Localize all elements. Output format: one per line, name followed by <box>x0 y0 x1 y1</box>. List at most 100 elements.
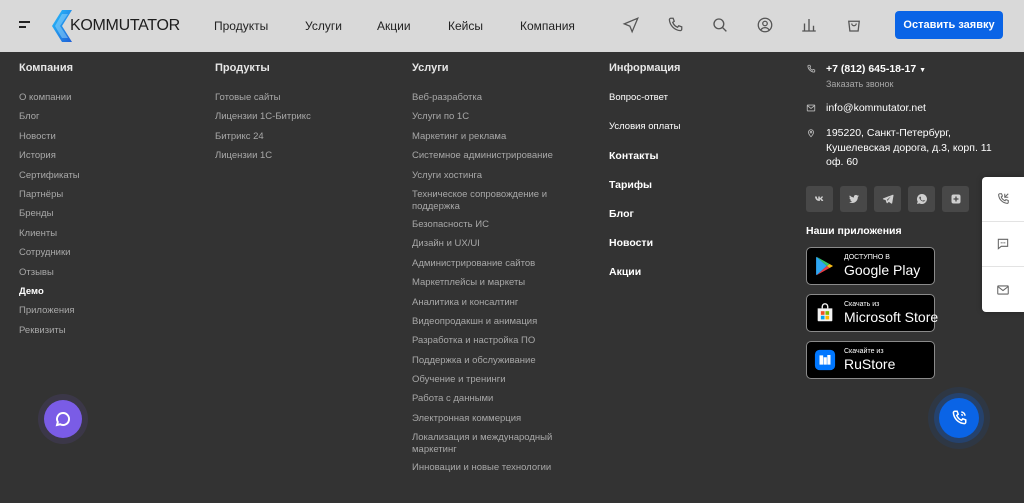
company-link-7[interactable]: Клиенты <box>19 228 80 240</box>
service-link-18[interactable]: Инновации и новые технологии <box>412 462 582 474</box>
service-link-2[interactable]: Маркетинг и реклама <box>412 131 582 143</box>
nav-cases[interactable]: Кейсы <box>448 19 483 33</box>
company-link-11[interactable]: Приложения <box>19 305 80 317</box>
nav-promotions[interactable]: Акции <box>377 19 411 33</box>
chat-side-button[interactable] <box>982 222 1024 267</box>
rustore-icon <box>814 349 836 371</box>
info-link-4[interactable]: Блог <box>609 208 680 237</box>
services-links: Веб-разработка Услуги по 1С Маркетинг и ре… <box>412 92 582 474</box>
google-play-icon <box>816 256 834 276</box>
cart-icon[interactable] <box>845 16 863 34</box>
info-links: Вопрос-ответ Условия оплаты Контакты Тарифы… <box>609 92 680 295</box>
whatsapp-icon[interactable] <box>908 186 935 212</box>
company-link-9[interactable]: Отзывы <box>19 267 80 279</box>
phone-icon[interactable] <box>666 16 684 34</box>
info-link-0[interactable]: Вопрос-ответ <box>609 92 680 121</box>
company-link-2[interactable]: Новости <box>19 131 80 143</box>
callback-link[interactable]: Заказать звонок <box>826 79 893 89</box>
service-link-13[interactable]: Поддержка и обслуживание <box>412 355 582 367</box>
rustore-badge[interactable]: Скачайте из RuStore <box>806 341 935 379</box>
service-link-3[interactable]: Системное администрирование <box>412 150 582 162</box>
company-link-6[interactable]: Бренды <box>19 208 80 220</box>
rustore-big: RuStore <box>844 356 896 372</box>
service-link-16[interactable]: Электронная коммерция <box>412 413 582 425</box>
plus-square-icon[interactable] <box>942 186 969 212</box>
google-play-big: Google Play <box>844 262 921 278</box>
product-link-0[interactable]: Готовые сайты <box>215 92 311 104</box>
product-link-1[interactable]: Лицензии 1С-Битрикс <box>215 111 311 123</box>
vk-icon[interactable] <box>806 186 833 212</box>
service-link-9[interactable]: Маркетплейсы и маркеты <box>412 277 582 289</box>
info-link-2[interactable]: Контакты <box>609 150 680 179</box>
google-play-badge[interactable]: ДОСТУПНО В Google Play <box>806 247 935 285</box>
chat-bubble-icon <box>997 238 1009 250</box>
email-link[interactable]: info@kommutator.net <box>826 102 926 114</box>
search-icon[interactable] <box>711 16 729 34</box>
location-pin-icon <box>808 129 814 138</box>
products-links: Готовые сайты Лицензии 1С-Битрикс Битрикс … <box>215 92 311 162</box>
mail-icon <box>806 104 816 112</box>
phone-number[interactable]: +7 (812) 645-18-17 ▼ <box>826 63 926 75</box>
service-link-7[interactable]: Дизайн и UX/UI <box>412 238 582 250</box>
nav-company[interactable]: Компания <box>520 19 575 33</box>
col-title-services: Услуги <box>412 62 449 74</box>
email-side-button[interactable] <box>982 267 1024 312</box>
call-widget-button[interactable] <box>939 398 979 438</box>
chat-widget-button[interactable] <box>44 400 82 438</box>
service-link-10[interactable]: Аналитика и консалтинг <box>412 297 582 309</box>
service-link-14[interactable]: Обучение и тренинги <box>412 374 582 386</box>
company-link-3[interactable]: История <box>19 150 80 162</box>
info-link-1[interactable]: Условия оплаты <box>609 121 680 150</box>
footer-col-services: Услуги Веб-разработка Услуги по 1С Маркети… <box>412 62 582 482</box>
service-link-8[interactable]: Администрирование сайтов <box>412 258 582 270</box>
google-play-small: ДОСТУПНО В <box>844 254 890 261</box>
chevron-down-icon[interactable]: ▼ <box>919 67 926 74</box>
service-link-5[interactable]: Техническое сопровождение и поддержка <box>412 189 582 213</box>
address-line-2: Кушелевская дорога, д.3, корп. 11 <box>826 142 992 154</box>
company-link-1[interactable]: Блог <box>19 111 80 123</box>
phone-icon <box>807 64 816 73</box>
footer-col-info: Информация Вопрос-ответ Условия оплаты Кон… <box>609 62 680 295</box>
location-arrow-icon[interactable] <box>622 16 640 34</box>
mail-icon <box>997 284 1009 295</box>
col-title-products: Продукты <box>215 62 270 74</box>
company-link-4[interactable]: Сертификаты <box>19 170 80 182</box>
service-link-15[interactable]: Работа с данными <box>412 393 582 405</box>
company-link-5[interactable]: Партнёры <box>19 189 80 201</box>
twitter-icon[interactable] <box>840 186 867 212</box>
service-link-4[interactable]: Услуги хостинга <box>412 170 582 182</box>
service-link-0[interactable]: Веб-разработка <box>412 92 582 104</box>
service-link-6[interactable]: Безопасность ИС <box>412 219 582 231</box>
nav-services[interactable]: Услуги <box>305 19 342 33</box>
telegram-icon[interactable] <box>874 186 901 212</box>
service-link-12[interactable]: Разработка и настройка ПО <box>412 335 582 347</box>
product-link-2[interactable]: Битрикс 24 <box>215 131 311 143</box>
chat-icon <box>55 412 71 427</box>
request-button[interactable]: Оставить заявку <box>895 11 1003 39</box>
service-link-11[interactable]: Видеопродакшн и анимация <box>412 316 582 328</box>
footer-col-products: Продукты Готовые сайты Лицензии 1С-Битрик… <box>215 62 311 170</box>
footer-col-company: Компания О компании Блог Новости История Сер… <box>19 62 80 344</box>
menu-icon[interactable] <box>19 21 30 31</box>
company-links: О компании Блог Новости История Сертификаты П… <box>19 92 80 337</box>
company-link-12[interactable]: Реквизиты <box>19 325 80 337</box>
col-title-company: Компания <box>19 62 74 74</box>
logo[interactable]: KOMMUTATOR <box>52 10 180 42</box>
callback-side-button[interactable] <box>982 177 1024 222</box>
microsoft-store-badge[interactable]: Скачать из Microsoft Store <box>806 294 938 332</box>
product-link-3[interactable]: Лицензии 1С <box>215 150 311 162</box>
info-link-6[interactable]: Акции <box>609 266 680 295</box>
user-icon[interactable] <box>756 16 774 34</box>
social-links <box>806 186 969 212</box>
microsoft-store-icon <box>817 303 833 322</box>
nav-products[interactable]: Продукты <box>214 19 268 33</box>
company-link-8[interactable]: Сотрудники <box>19 247 80 259</box>
company-link-10[interactable]: Демо <box>19 286 80 298</box>
service-link-17[interactable]: Локализация и международный маркетинг <box>412 432 582 456</box>
info-link-3[interactable]: Тарифы <box>609 179 680 208</box>
company-link-0[interactable]: О компании <box>19 92 80 104</box>
compare-chart-icon[interactable] <box>800 16 818 34</box>
info-link-5[interactable]: Новости <box>609 237 680 266</box>
service-link-1[interactable]: Услуги по 1С <box>412 111 582 123</box>
address-line-3: оф. 60 <box>826 156 858 168</box>
